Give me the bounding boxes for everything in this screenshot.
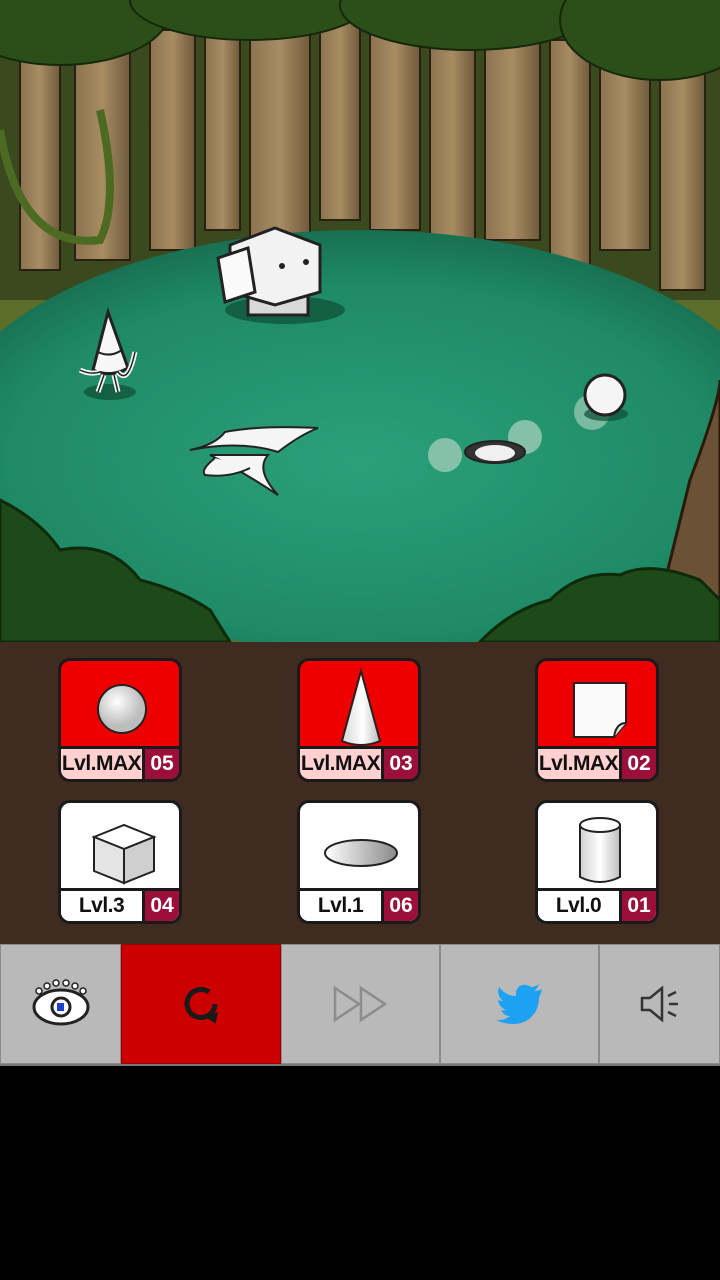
card-cube[interactable]: Lvl.3 04 bbox=[58, 800, 182, 924]
game-scene[interactable] bbox=[0, 0, 720, 642]
card-count-badge: 01 bbox=[619, 891, 656, 921]
creature-card-panel: Lvl.MAX 05 Lvl.MAX 03 Lvl.MAX 02 Lvl.3 0… bbox=[0, 642, 720, 944]
sphere-icon bbox=[97, 684, 147, 734]
card-level-label: Lvl.MAX bbox=[538, 749, 619, 779]
speaker-icon bbox=[640, 985, 678, 1023]
sound-button[interactable] bbox=[599, 944, 720, 1064]
card-level-label: Lvl.MAX bbox=[61, 749, 142, 779]
cone-icon bbox=[340, 667, 382, 746]
card-count-badge: 05 bbox=[142, 749, 179, 779]
cube-icon bbox=[91, 823, 157, 885]
cylinder-icon bbox=[579, 817, 621, 883]
twitter-icon bbox=[495, 984, 542, 1024]
card-cylinder[interactable]: Lvl.0 01 bbox=[535, 800, 659, 924]
fast-forward-icon bbox=[333, 985, 387, 1023]
disc-icon bbox=[324, 839, 398, 867]
card-count-badge: 03 bbox=[381, 749, 418, 779]
eye-logo-icon bbox=[32, 979, 89, 1026]
card-count-badge: 04 bbox=[142, 891, 179, 921]
paper-icon bbox=[573, 682, 627, 738]
card-count-badge: 02 bbox=[619, 749, 656, 779]
card-level-label: Lvl.0 bbox=[538, 891, 619, 921]
card-paper[interactable]: Lvl.MAX 02 bbox=[535, 658, 659, 782]
card-sphere[interactable]: Lvl.MAX 05 bbox=[58, 658, 182, 782]
restart-button[interactable] bbox=[121, 944, 281, 1064]
bottom-toolbar bbox=[0, 944, 720, 1066]
restart-icon bbox=[184, 987, 218, 1024]
card-level-label: Lvl.1 bbox=[300, 891, 381, 921]
logo-button[interactable] bbox=[0, 944, 121, 1064]
fast-forward-button[interactable] bbox=[281, 944, 440, 1064]
card-level-label: Lvl.3 bbox=[61, 891, 142, 921]
forest-background bbox=[0, 0, 720, 642]
card-disc[interactable]: Lvl.1 06 bbox=[297, 800, 421, 924]
card-count-badge: 06 bbox=[381, 891, 418, 921]
card-level-label: Lvl.MAX bbox=[300, 749, 381, 779]
twitter-button[interactable] bbox=[440, 944, 599, 1064]
card-cone[interactable]: Lvl.MAX 03 bbox=[297, 658, 421, 782]
